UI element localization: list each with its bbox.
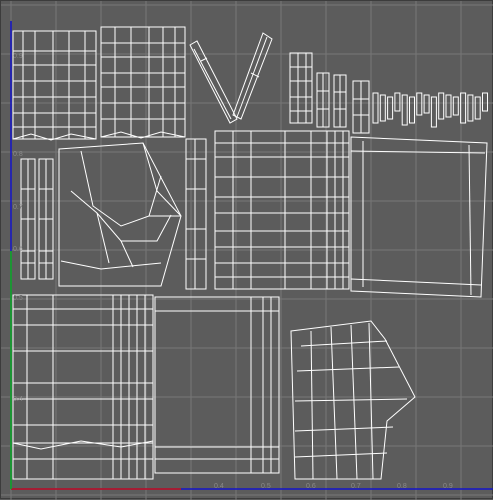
u-tick-label: 0.4 bbox=[214, 483, 224, 490]
uv-island-sleeve-back bbox=[100, 26, 186, 138]
uv-shard bbox=[409, 96, 415, 124]
uv-shard bbox=[416, 92, 423, 116]
uv-shard bbox=[394, 92, 401, 112]
uv-island-strap-left bbox=[189, 40, 238, 124]
v-tick-label: 0.8 bbox=[13, 151, 23, 158]
uv-shard bbox=[423, 94, 430, 114]
uv-layout-canvas[interactable] bbox=[1, 1, 493, 500]
uv-shard bbox=[445, 94, 452, 118]
v-tick-label: 0.9 bbox=[13, 53, 23, 60]
u-tick-label: 0.7 bbox=[351, 483, 361, 490]
u-tick-label: 0.9 bbox=[443, 483, 453, 490]
uv-island-pants-back bbox=[154, 296, 280, 474]
uv-edge bbox=[294, 452, 388, 458]
uv-island-collar-panel bbox=[58, 142, 182, 287]
uv-shard bbox=[372, 92, 379, 124]
uv-island-torso-front bbox=[214, 130, 350, 290]
uv-island-border bbox=[185, 138, 207, 290]
uv-island-border bbox=[12, 294, 154, 480]
uv-shard bbox=[401, 94, 408, 126]
v-tick-label: 0.7 bbox=[13, 204, 23, 211]
uv-island-sleeve-front bbox=[12, 30, 97, 140]
uv-island-border bbox=[289, 52, 313, 124]
uv-island-border bbox=[214, 130, 350, 290]
v-tick-label: 0.4 bbox=[13, 396, 23, 403]
u-tick-label: 0.5 bbox=[261, 483, 271, 490]
uv-edge bbox=[300, 340, 388, 347]
uv-shard bbox=[379, 94, 386, 122]
uv-island-pocket-strip bbox=[289, 52, 313, 124]
uv-shard bbox=[387, 96, 394, 120]
uv-edge bbox=[193, 48, 232, 120]
uv-shard bbox=[474, 96, 481, 120]
uv-island-pants-front bbox=[12, 294, 154, 480]
u-tick-label: 0.8 bbox=[397, 483, 407, 490]
uv-shard bbox=[452, 96, 459, 116]
uv-edge bbox=[236, 36, 268, 118]
uv-edge bbox=[296, 366, 400, 372]
uv-shard bbox=[438, 92, 445, 120]
uv-edge bbox=[310, 330, 314, 480]
uv-shard bbox=[467, 94, 474, 122]
uv-editor-viewport[interactable]: 0.9 0.8 0.7 0.6 0.5 0.4 0.4 0.5 0.6 0.7 … bbox=[0, 0, 493, 500]
uv-island-small-piece-c bbox=[352, 80, 370, 134]
uv-island-small-piece-a bbox=[316, 72, 330, 128]
uv-island-boot-panel bbox=[290, 320, 416, 480]
uv-island-cuff-left bbox=[20, 158, 36, 280]
uv-island-small-piece-b bbox=[333, 74, 347, 128]
uv-island-side-strip bbox=[185, 138, 207, 290]
uv-island-border bbox=[12, 30, 97, 140]
uv-shard bbox=[482, 92, 488, 112]
v-tick-label: 0.6 bbox=[13, 246, 23, 253]
uv-island-small-pieces-row bbox=[372, 92, 488, 128]
uv-edge bbox=[294, 426, 394, 432]
uv-shard bbox=[430, 96, 437, 128]
uv-edge bbox=[330, 326, 338, 480]
uv-edge bbox=[120, 240, 134, 268]
u-tick-label: 0.6 bbox=[306, 483, 316, 490]
uv-island-cuff-right bbox=[38, 158, 54, 280]
v-tick-label: 0.5 bbox=[13, 295, 23, 302]
